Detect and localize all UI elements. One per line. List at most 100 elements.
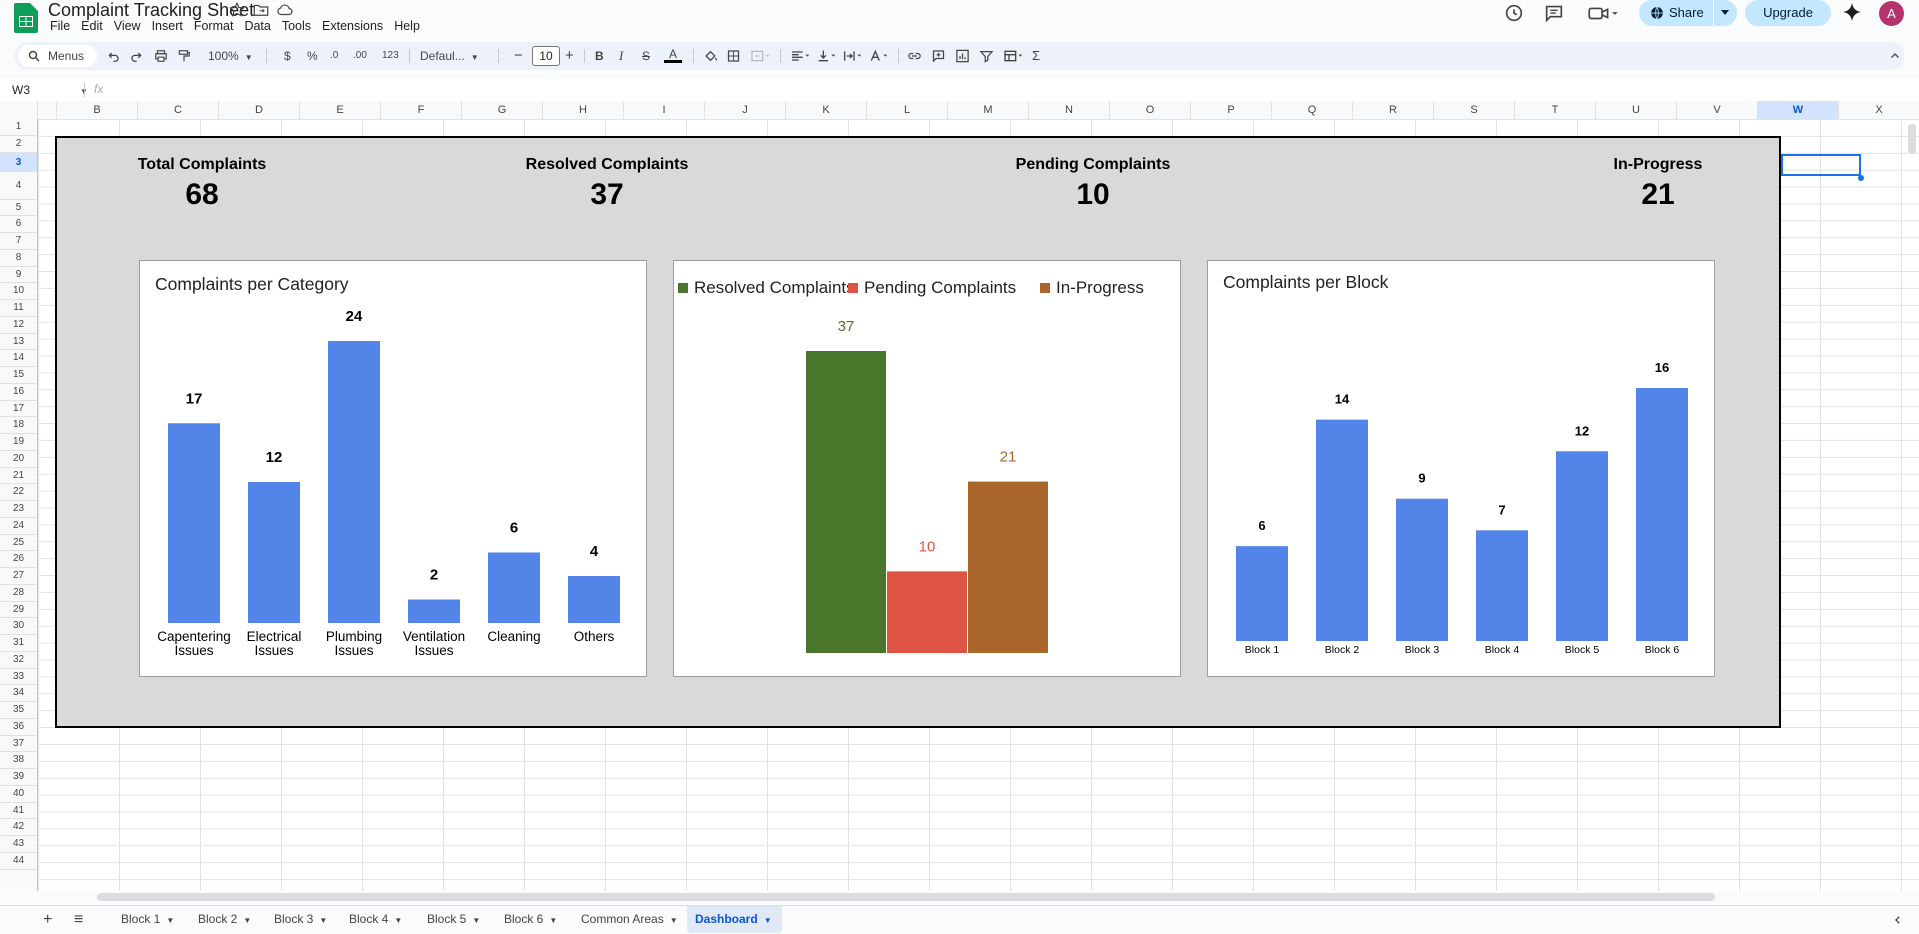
borders-icon[interactable] xyxy=(726,48,741,64)
column-header-k[interactable]: K xyxy=(786,101,867,119)
decrease-decimal-button[interactable]: .0 xyxy=(330,48,338,64)
undo-icon[interactable] xyxy=(107,48,121,64)
row-header-3[interactable]: 3 xyxy=(0,152,37,172)
menu-help[interactable]: Help xyxy=(394,17,420,35)
comments-icon[interactable] xyxy=(1543,2,1565,24)
name-box[interactable]: W3▼ xyxy=(12,83,88,97)
sheet-tab-block-6[interactable]: Block 6 ▼ xyxy=(496,906,566,933)
menu-format[interactable]: Format xyxy=(194,17,234,35)
sheet-tab-block-2[interactable]: Block 2 ▼ xyxy=(190,906,260,933)
share-button[interactable]: Share xyxy=(1639,0,1737,26)
insert-link-icon[interactable] xyxy=(907,48,922,64)
tab-menu-caret-icon[interactable]: ▼ xyxy=(243,916,251,925)
gemini-sparkle-icon[interactable] xyxy=(1841,1,1863,23)
sheet-tab-block-3[interactable]: Block 3 ▼ xyxy=(266,906,336,933)
row-header-19[interactable]: 19 xyxy=(0,434,37,451)
tab-menu-caret-icon[interactable]: ▼ xyxy=(549,916,557,925)
row-header-23[interactable]: 23 xyxy=(0,501,37,518)
bold-button[interactable]: B xyxy=(595,48,604,64)
sheets-logo-icon[interactable] xyxy=(14,3,38,33)
tab-menu-caret-icon[interactable]: ▼ xyxy=(319,916,327,925)
horizontal-align-icon[interactable] xyxy=(789,48,811,64)
row-header-32[interactable]: 32 xyxy=(0,652,37,669)
row-header-2[interactable]: 2 xyxy=(0,136,37,153)
row-header-15[interactable]: 15 xyxy=(0,367,37,384)
sheet-tab-block-5[interactable]: Block 5 ▼ xyxy=(419,906,489,933)
column-header-f[interactable]: F xyxy=(381,101,462,119)
row-header-43[interactable]: 43 xyxy=(0,836,37,853)
percent-format-button[interactable]: % xyxy=(307,48,318,64)
meet-video-icon[interactable] xyxy=(1586,2,1620,24)
formula-input[interactable] xyxy=(118,83,1898,97)
row-header-35[interactable]: 35 xyxy=(0,702,37,719)
row-header-41[interactable]: 41 xyxy=(0,803,37,820)
row-header-7[interactable]: 7 xyxy=(0,233,37,250)
menu-data[interactable]: Data xyxy=(244,17,270,35)
column-header-o[interactable]: O xyxy=(1110,101,1191,119)
currency-format-button[interactable]: $ xyxy=(284,48,291,64)
menu-edit[interactable]: Edit xyxy=(81,17,103,35)
row-header-34[interactable]: 34 xyxy=(0,685,37,702)
menu-insert[interactable]: Insert xyxy=(152,17,183,35)
row-header-26[interactable]: 26 xyxy=(0,551,37,568)
column-header-h[interactable]: H xyxy=(543,101,624,119)
column-header-q[interactable]: Q xyxy=(1272,101,1353,119)
row-header-9[interactable]: 9 xyxy=(0,267,37,284)
tab-menu-caret-icon[interactable]: ▼ xyxy=(670,916,678,925)
column-header-i[interactable]: I xyxy=(624,101,705,119)
fill-handle[interactable] xyxy=(1858,175,1864,181)
column-header-x[interactable]: X xyxy=(1839,101,1919,119)
chart-complaints-per-category[interactable]: Complaints per Category 17 Capentering Iss… xyxy=(139,260,647,677)
chart-status-comparison[interactable]: Resolved Complaints 37 Pending Complaints 1… xyxy=(673,260,1181,677)
row-header-17[interactable]: 17 xyxy=(0,401,37,418)
row-header-40[interactable]: 40 xyxy=(0,786,37,803)
row-header-29[interactable]: 29 xyxy=(0,602,37,619)
column-header-s[interactable]: S xyxy=(1434,101,1515,119)
row-header-22[interactable]: 22 xyxy=(0,484,37,501)
row-header-39[interactable]: 39 xyxy=(0,769,37,786)
row-header-24[interactable]: 24 xyxy=(0,518,37,535)
column-header-v[interactable]: V xyxy=(1677,101,1758,119)
scroll-tabs-left-icon[interactable] xyxy=(1893,915,1903,925)
row-header-4[interactable]: 4 xyxy=(0,172,37,200)
sheet-tab-dashboard[interactable]: Dashboard ▼ xyxy=(687,906,782,933)
filter-icon[interactable] xyxy=(979,48,994,64)
column-header-p[interactable]: P xyxy=(1191,101,1272,119)
increase-decimal-button[interactable]: .00 xyxy=(353,48,367,64)
row-header-13[interactable]: 13 xyxy=(0,334,37,351)
row-header-5[interactable]: 5 xyxy=(0,200,37,217)
zoom-select[interactable]: 100% ▼ xyxy=(208,48,253,64)
row-header-20[interactable]: 20 xyxy=(0,451,37,468)
column-header-j[interactable]: J xyxy=(705,101,786,119)
all-sheets-button[interactable]: ≡ xyxy=(74,906,83,933)
horizontal-scrollbar[interactable] xyxy=(97,893,1715,901)
upgrade-button[interactable]: Upgrade xyxy=(1745,0,1831,26)
font-family-select[interactable]: Defaul... ▼ xyxy=(420,48,479,64)
insert-comment-icon[interactable] xyxy=(931,48,946,64)
column-header-e[interactable]: E xyxy=(300,101,381,119)
merge-cells-icon[interactable] xyxy=(749,48,771,64)
column-header-t[interactable]: T xyxy=(1515,101,1596,119)
tab-menu-caret-icon[interactable]: ▼ xyxy=(472,916,480,925)
row-header-1[interactable]: 1 xyxy=(0,119,37,136)
row-header-11[interactable]: 11 xyxy=(0,300,37,317)
collapse-toolbar-icon[interactable] xyxy=(1889,48,1901,64)
functions-button[interactable]: Σ xyxy=(1032,48,1040,64)
row-header-28[interactable]: 28 xyxy=(0,585,37,602)
row-header-18[interactable]: 18 xyxy=(0,417,37,434)
share-dropdown-icon[interactable] xyxy=(1721,10,1729,16)
row-header-37[interactable]: 37 xyxy=(0,736,37,753)
tab-menu-caret-icon[interactable]: ▼ xyxy=(394,916,402,925)
text-color-button[interactable]: A xyxy=(664,48,682,63)
font-size-input[interactable]: 10 xyxy=(532,46,560,66)
font-size-increase-icon[interactable]: + xyxy=(565,48,574,64)
row-header-30[interactable]: 30 xyxy=(0,618,37,635)
text-rotation-icon[interactable] xyxy=(867,48,889,64)
sheet-tab-block-1[interactable]: Block 1 ▼ xyxy=(113,906,183,933)
row-header-44[interactable]: 44 xyxy=(0,853,37,870)
select-all-corner[interactable] xyxy=(0,101,38,119)
selected-cell-w3[interactable] xyxy=(1781,154,1861,176)
row-header-8[interactable]: 8 xyxy=(0,250,37,267)
column-header-g[interactable]: G xyxy=(462,101,543,119)
tab-menu-caret-icon[interactable]: ▼ xyxy=(764,916,772,925)
